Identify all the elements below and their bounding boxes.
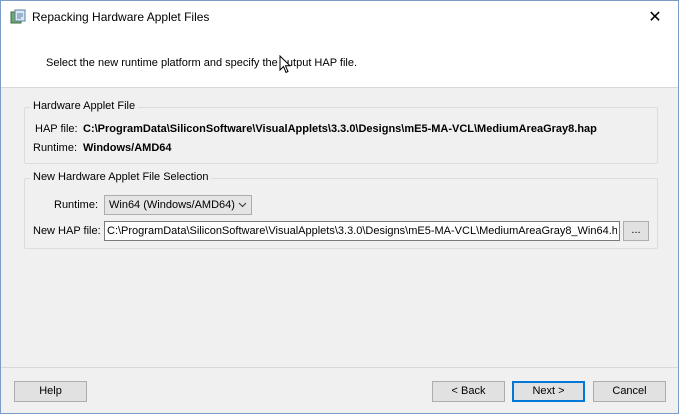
hap-file-label: HAP file:: [35, 123, 78, 135]
next-button[interactable]: Next >: [512, 381, 585, 402]
runtime-value: Windows/AMD64: [83, 142, 172, 154]
runtime-dropdown[interactable]: Win64 (Windows/AMD64): [104, 195, 252, 215]
group-label: New Hardware Applet File Selection: [30, 171, 212, 183]
runtime-select-label: Runtime:: [54, 199, 99, 211]
hardware-applet-file-group: Hardware Applet File: [24, 100, 658, 164]
footer-separator: [1, 367, 678, 368]
instruction-text: Select the new runtime platform and spec…: [46, 57, 358, 69]
dialog-window: Repacking Hardware Applet Files ✕ Select…: [0, 0, 679, 414]
browse-button[interactable]: ...: [623, 221, 649, 241]
mouse-cursor-icon: [279, 54, 293, 75]
wizard-header: Select the new runtime platform and spec…: [1, 32, 678, 88]
hap-file-value: C:\ProgramData\SiliconSoftware\VisualApp…: [83, 123, 597, 135]
cancel-button[interactable]: Cancel: [593, 381, 666, 402]
back-button[interactable]: < Back: [432, 381, 505, 402]
close-icon: ✕: [648, 8, 662, 26]
help-button[interactable]: Help: [14, 381, 87, 402]
title-bar[interactable]: Repacking Hardware Applet Files ✕: [1, 1, 678, 32]
group-label: Hardware Applet File: [30, 100, 139, 112]
applet-repack-icon: [10, 9, 26, 25]
new-hap-file-label: New HAP file:: [33, 225, 101, 237]
close-button[interactable]: ✕: [632, 1, 678, 32]
runtime-label: Runtime:: [33, 142, 78, 154]
window-title: Repacking Hardware Applet Files: [32, 10, 210, 24]
runtime-selected-value: Win64 (Windows/AMD64): [109, 199, 235, 211]
chevron-down-icon: [238, 196, 247, 221]
new-hap-file-input[interactable]: [104, 221, 620, 241]
